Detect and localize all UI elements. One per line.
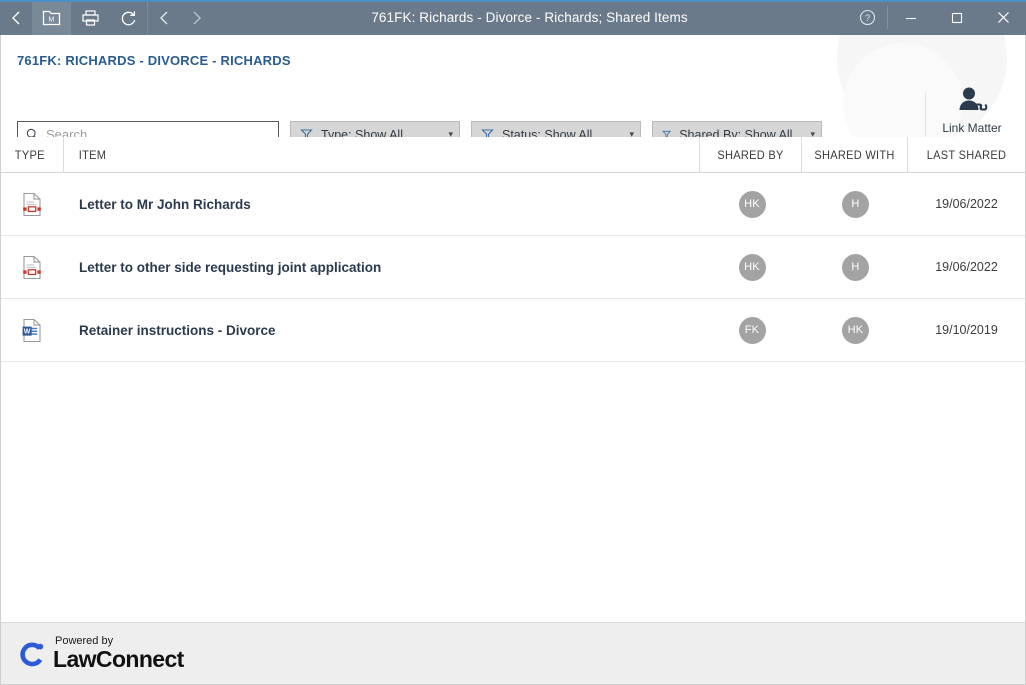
matter-header: 761FK: RICHARDS - DIVORCE - RICHARDS Sea…: [0, 35, 1026, 137]
printer-icon: [81, 9, 99, 26]
search-input[interactable]: Search: [17, 121, 279, 137]
matter-folder-icon: M: [42, 10, 60, 25]
avatar: HK: [738, 253, 766, 281]
chevron-left-icon: [159, 11, 167, 24]
search-icon: [26, 128, 36, 137]
chevron-down-icon: ▾: [810, 129, 815, 137]
pdf-document-icon: [23, 255, 41, 279]
column-divider: [699, 137, 700, 172]
svg-text:W: W: [24, 328, 31, 335]
cell-item-name[interactable]: Retainer instructions - Divorce: [63, 323, 701, 338]
footer: Powered by LawConnect: [0, 622, 1026, 685]
filter-status-dropdown[interactable]: Status: Show All ▾: [471, 121, 641, 137]
pdf-document-icon: [23, 192, 41, 216]
filter-type-label: Type: Show All: [321, 127, 403, 138]
svg-text:M: M: [48, 16, 54, 23]
window-controls: ?: [847, 0, 1026, 35]
minimize-icon: [906, 17, 916, 19]
column-divider: [801, 137, 802, 172]
chevron-right-icon: [193, 11, 201, 24]
cell-shared-with: H: [803, 253, 908, 281]
cell-shared-by: FK: [701, 316, 803, 344]
search-placeholder: Search: [46, 127, 88, 137]
cell-shared-with: H: [803, 190, 908, 218]
person-link-icon: [959, 87, 988, 111]
filter-status-label: Status: Show All: [502, 127, 593, 138]
filter-funnel-icon: [300, 129, 313, 137]
cell-type: [1, 254, 63, 281]
chevron-down-icon: ▾: [629, 129, 634, 137]
avatar: HK: [842, 316, 869, 344]
history-next-button[interactable]: [180, 0, 212, 35]
filter-type-dropdown[interactable]: Type: Show All ▾: [290, 121, 460, 137]
refresh-button[interactable]: [109, 0, 147, 35]
logo-text: Powered by LawConnect: [53, 636, 184, 671]
column-divider: [907, 137, 908, 172]
cell-item-name[interactable]: Letter to Mr John Richards: [63, 197, 701, 212]
table-row[interactable]: W Retainer instructions - Divorce FK HK …: [1, 299, 1025, 362]
cell-shared-by: HK: [701, 253, 803, 281]
maximize-button[interactable]: [934, 0, 980, 35]
window-title: 761FK: Richards - Divorce - Richards; Sh…: [371, 10, 688, 25]
page-title: 761FK: RICHARDS - DIVORCE - RICHARDS: [17, 53, 291, 68]
cell-item-name[interactable]: Letter to other side requesting joint ap…: [63, 260, 701, 275]
lawconnect-c-icon: [20, 642, 44, 666]
column-header-last-shared: LAST SHARED: [926, 147, 1007, 162]
chevron-left-icon: [11, 11, 19, 24]
cell-last-shared: 19/06/2022: [935, 260, 998, 274]
cell-type: [1, 191, 63, 218]
cell-shared-by: HK: [701, 190, 803, 218]
title-bar: M 761FK: Richards - Divorce - Richards; …: [0, 0, 1026, 35]
column-header-shared-by: SHARED BY: [717, 147, 784, 162]
chevron-down-icon: ▾: [448, 129, 453, 137]
cell-last-shared: 19/10/2019: [935, 323, 998, 337]
title-bar-left-tools: M: [0, 0, 212, 35]
minimize-button[interactable]: [888, 0, 934, 35]
avatar: FK: [738, 316, 766, 344]
filter-shared-by-dropdown[interactable]: Shared By: Show All ▾: [652, 121, 822, 137]
maximize-icon: [951, 12, 963, 23]
table-row[interactable]: Letter to Mr John Richards HK H 19/06/20…: [1, 173, 1025, 236]
avatar: H: [842, 253, 869, 281]
help-button[interactable]: ?: [847, 0, 887, 35]
close-button[interactable]: [980, 0, 1026, 35]
cell-last-shared: 19/06/2022: [935, 197, 998, 211]
column-header-item: ITEM: [78, 147, 107, 162]
nav-back-button[interactable]: [0, 0, 32, 35]
toolbar: Search Type: Show All ▾ Status: Show All…: [17, 121, 822, 137]
cell-shared-with: HK: [803, 316, 908, 344]
history-prev-button[interactable]: [148, 0, 180, 35]
shared-items-table: TYPE ITEM SHARED BY SHARED WITH LAST SHA…: [0, 137, 1026, 622]
filter-funnel-icon: [481, 129, 494, 137]
filter-shared-by-label: Shared By: Show All: [679, 127, 793, 138]
link-matter-label: Link Matter: [942, 121, 1002, 135]
refresh-icon: [121, 10, 135, 25]
avatar: H: [842, 190, 869, 218]
avatar: HK: [738, 190, 766, 218]
link-matter-divider: [925, 93, 926, 137]
table-header-row: TYPE ITEM SHARED BY SHARED WITH LAST SHA…: [1, 137, 1025, 173]
link-matter-button[interactable]: Link Matter: [932, 85, 1012, 135]
lawconnect-logo: Powered by LawConnect: [19, 636, 184, 671]
print-button[interactable]: [71, 0, 109, 35]
column-header-shared-with: SHARED WITH: [814, 147, 895, 162]
matter-tile-button[interactable]: M: [32, 0, 70, 35]
svg-text:?: ?: [864, 13, 869, 24]
help-circle-icon: ?: [859, 9, 875, 26]
brand-label: LawConnect: [53, 646, 184, 672]
filter-funnel-icon: [662, 130, 672, 137]
title-bar-accent: [0, 0, 1026, 2]
close-icon: [997, 12, 1009, 23]
cell-type: W: [1, 317, 63, 344]
column-header-type: TYPE: [14, 147, 45, 162]
table-row[interactable]: Letter to other side requesting joint ap…: [1, 236, 1025, 299]
word-document-icon: W: [22, 318, 41, 342]
